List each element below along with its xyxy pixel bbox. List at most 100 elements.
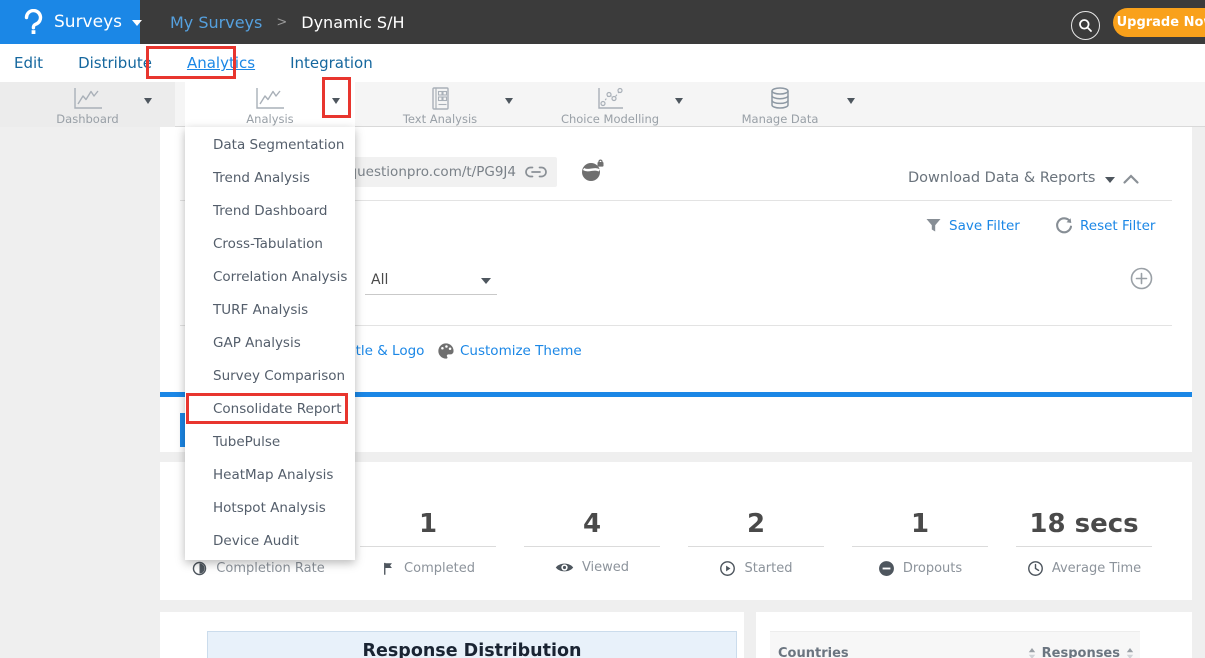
stat-completion-rate-label: Completion Rate: [216, 561, 324, 576]
surveys-app-menu[interactable]: Surveys: [0, 0, 140, 44]
download-data-reports-dropdown[interactable]: Download Data & Reports: [908, 170, 1115, 186]
column-header-countries[interactable]: Countries: [778, 646, 849, 658]
divider: [360, 546, 496, 547]
menu-item-turf-analysis[interactable]: TURF Analysis: [185, 294, 355, 327]
line-chart-icon: [253, 86, 287, 111]
menu-item-trend-dashboard[interactable]: Trend Dashboard: [185, 195, 355, 228]
analysis-dropdown-caret[interactable]: [332, 98, 340, 104]
menu-item-trend-analysis[interactable]: Trend Analysis: [185, 162, 355, 195]
completion-rate-icon: [191, 560, 208, 577]
scatter-chart-icon: [595, 86, 625, 111]
search-button[interactable]: [1071, 11, 1100, 40]
document-grid-icon: [429, 86, 451, 111]
survey-url-text: w.questionpro.com/t/PG9J4: [334, 164, 516, 180]
toolbar-manage-data-label: Manage Data: [742, 112, 819, 126]
countries-table-header: Countries Responses: [770, 631, 1140, 658]
save-filter-label: Save Filter: [949, 218, 1020, 234]
surveys-menu-label: Surveys: [54, 12, 122, 32]
collapse-panel-chevron[interactable]: [1122, 173, 1140, 185]
stat-completed-label: Completed: [404, 561, 475, 576]
menu-item-cross-tabulation[interactable]: Cross-Tabulation: [185, 228, 355, 261]
toolbar-text-analysis-label: Text Analysis: [403, 112, 477, 126]
dashboard-dropdown-caret[interactable]: [144, 98, 152, 104]
tab-distribute[interactable]: Distribute: [78, 54, 152, 72]
flag-icon: [381, 560, 396, 577]
chevron-down-icon: [132, 20, 142, 26]
toolbar-dashboard-label: Dashboard: [56, 112, 118, 126]
tab-edit[interactable]: Edit: [14, 54, 43, 72]
breadcrumb-my-surveys[interactable]: My Surveys: [170, 13, 262, 32]
add-widget-button[interactable]: [1130, 267, 1153, 290]
toolbar-manage-data[interactable]: Manage Data: [695, 82, 865, 127]
text-analysis-dropdown-caret[interactable]: [505, 98, 513, 104]
palette-icon[interactable]: [437, 342, 455, 360]
stat-started: 2 Started: [676, 504, 836, 577]
breadcrumb-survey-name: Dynamic S/H: [301, 13, 404, 32]
refresh-icon: [1055, 217, 1073, 235]
divider: [688, 546, 824, 547]
menu-item-hotspot-analysis[interactable]: Hotspot Analysis: [185, 492, 355, 525]
tab-integration[interactable]: Integration: [290, 54, 373, 72]
sort-icon[interactable]: [1028, 648, 1036, 658]
eye-icon: [555, 561, 574, 574]
reset-filter-label: Reset Filter: [1080, 218, 1155, 234]
toolbar-dashboard[interactable]: Dashboard: [0, 82, 175, 127]
divider: [1016, 546, 1152, 547]
toolbar-choice-modelling[interactable]: Choice Modelling: [525, 82, 695, 127]
choice-modelling-dropdown-caret[interactable]: [675, 98, 683, 104]
analytics-toolbar: Dashboard Analysis Text Analysis: [0, 82, 1205, 127]
survey-section-nav: Edit Distribute Analytics Integration: [0, 44, 1205, 82]
toolbar-analysis-label: Analysis: [246, 112, 293, 126]
toolbar-choice-modelling-label: Choice Modelling: [561, 112, 659, 126]
breadcrumb-separator: >: [276, 15, 287, 30]
menu-item-data-segmentation[interactable]: Data Segmentation: [185, 129, 355, 162]
stat-average-time: 18 secs Average Time: [1004, 504, 1164, 577]
save-filter-button[interactable]: Save Filter: [925, 217, 1020, 234]
response-distribution-panel: Response Distribution: [160, 612, 744, 658]
stat-viewed-label: Viewed: [582, 560, 629, 575]
tab-analytics[interactable]: Analytics: [187, 54, 255, 72]
divider: [852, 546, 988, 547]
title-logo-link[interactable]: Title & Logo: [344, 343, 424, 359]
download-data-reports-label: Download Data & Reports: [908, 170, 1095, 186]
chevron-down-icon: [481, 278, 491, 284]
sort-icon[interactable]: [1126, 648, 1134, 658]
database-icon: [768, 86, 792, 111]
customize-theme-link[interactable]: Customize Theme: [460, 343, 582, 359]
chevron-down-icon: [1105, 177, 1115, 183]
secure-link-globe-icon[interactable]: [580, 159, 606, 183]
line-chart-icon: [71, 86, 105, 111]
questionpro-logo-icon: [22, 9, 44, 35]
upgrade-now-button[interactable]: Upgrade Now: [1113, 8, 1205, 37]
link-icon: [525, 166, 547, 178]
menu-item-gap-analysis[interactable]: GAP Analysis: [185, 327, 355, 360]
analysis-dropdown-menu: Data Segmentation Trend Analysis Trend D…: [185, 127, 355, 560]
menu-item-tubepulse[interactable]: TubePulse: [185, 426, 355, 459]
breadcrumb: My Surveys > Dynamic S/H: [170, 0, 405, 44]
clock-icon: [1027, 560, 1044, 577]
stat-average-time-label: Average Time: [1052, 561, 1141, 576]
stat-viewed: 4 Viewed: [512, 504, 672, 575]
menu-item-device-audit[interactable]: Device Audit: [185, 525, 355, 558]
toolbar-text-analysis[interactable]: Text Analysis: [355, 82, 525, 127]
menu-item-consolidate-report[interactable]: Consolidate Report: [185, 393, 355, 426]
filter-all-select[interactable]: All: [365, 265, 497, 295]
manage-data-dropdown-caret[interactable]: [847, 98, 855, 104]
search-icon: [1078, 18, 1093, 33]
response-distribution-title: Response Distribution: [207, 631, 737, 658]
stat-started-label: Started: [744, 561, 792, 576]
stat-completed: 1 Completed: [348, 504, 508, 577]
toolbar-analysis[interactable]: Analysis: [185, 82, 355, 127]
column-header-responses[interactable]: Responses: [1042, 646, 1120, 658]
menu-item-correlation-analysis[interactable]: Correlation Analysis: [185, 261, 355, 294]
top-header-bar: Surveys My Surveys > Dynamic S/H Upgrade…: [0, 0, 1205, 44]
play-circle-icon: [719, 560, 736, 577]
reset-filter-button[interactable]: Reset Filter: [1055, 217, 1155, 235]
countries-table-panel: Countries Responses: [756, 612, 1192, 658]
stat-dropouts-label: Dropouts: [903, 561, 962, 576]
stat-started-value: 2: [676, 504, 836, 546]
divider: [524, 546, 660, 547]
menu-item-heatmap-analysis[interactable]: HeatMap Analysis: [185, 459, 355, 492]
menu-item-survey-comparison[interactable]: Survey Comparison: [185, 360, 355, 393]
app-window: Surveys My Surveys > Dynamic S/H Upgrade…: [0, 0, 1205, 658]
